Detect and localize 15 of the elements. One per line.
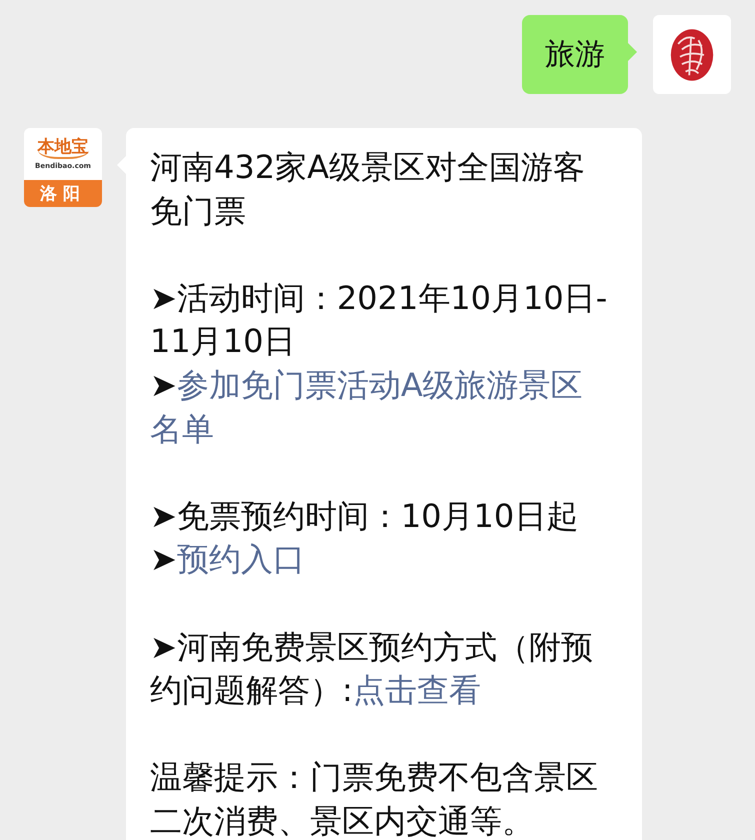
message-paragraph: 河南432家A级景区对全国游客 免门票 bbox=[150, 147, 586, 232]
link[interactable]: 名单 bbox=[150, 410, 214, 448]
logo-city: 洛阳 bbox=[24, 180, 102, 207]
message-paragraph: ➤河南免费景区预约方式（附预 约问题解答）:点击查看 bbox=[150, 626, 594, 712]
link[interactable]: 预约入口 bbox=[176, 540, 305, 578]
bubble-tail bbox=[628, 43, 637, 61]
link[interactable]: 参加免门票活动A级旅游景区 bbox=[176, 366, 583, 404]
link[interactable]: 点击查看 bbox=[352, 671, 481, 710]
seal-icon bbox=[669, 26, 715, 82]
message-paragraph: 温馨提示：门票免费不包含景区 二次消费、景区内交通等。 bbox=[150, 757, 599, 840]
message-paragraph: ➤活动时间：2021年10月10日- 11月10日 ➤参加免门票活动A级旅游景区 名单 bbox=[150, 278, 608, 450]
message-paragraph: ➤免票预约时间：10月10日起 ➤预约入口 bbox=[150, 496, 580, 580]
avatar[interactable] bbox=[653, 15, 731, 94]
logo-title: 本地宝 bbox=[38, 137, 88, 159]
message-bubble: 旅游 bbox=[522, 15, 628, 94]
